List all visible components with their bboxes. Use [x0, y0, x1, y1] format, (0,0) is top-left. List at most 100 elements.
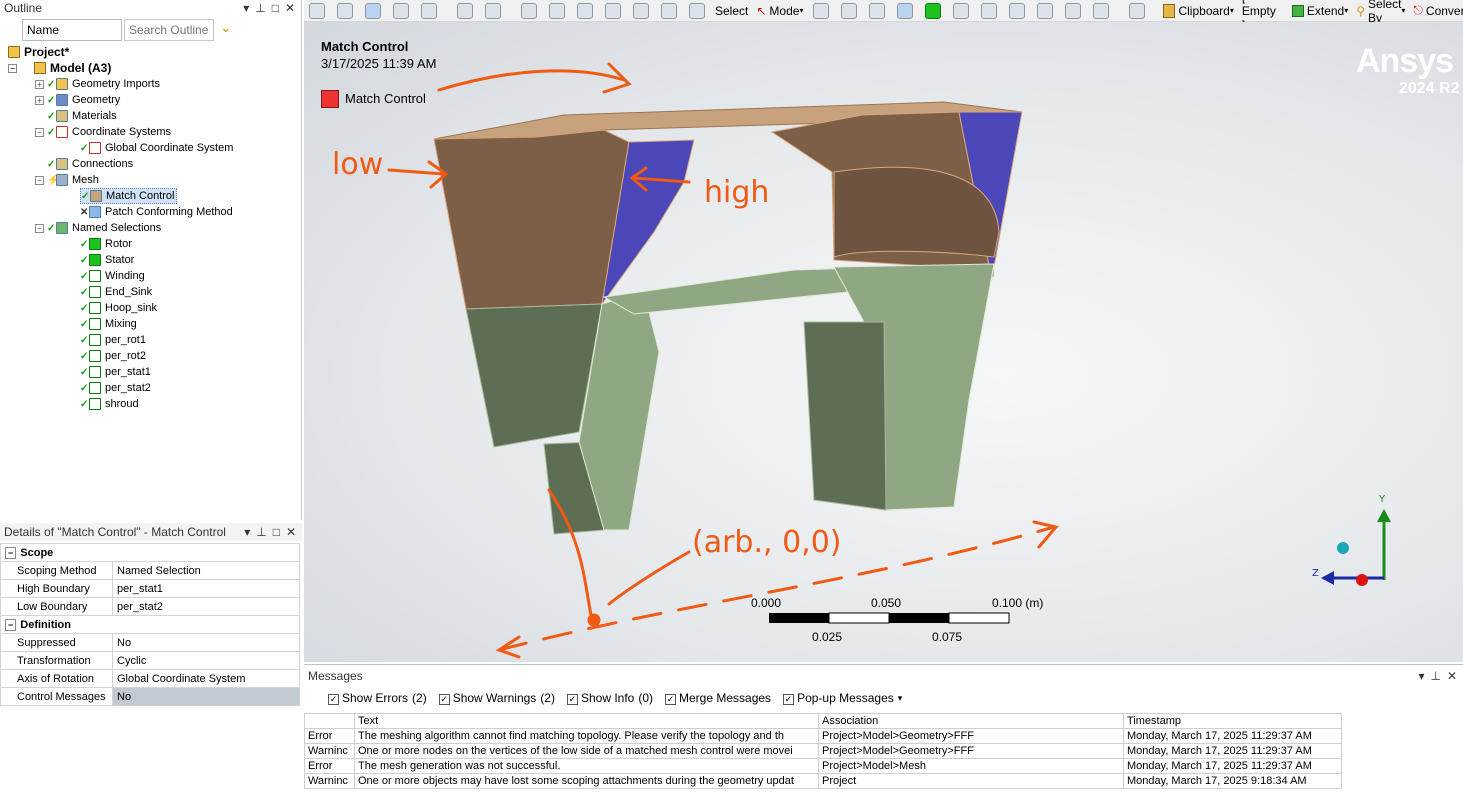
details-value[interactable]: No	[112, 687, 300, 706]
chevron-down-icon[interactable]: ▾	[244, 525, 250, 539]
extend-button[interactable]: Extend ▾	[1289, 2, 1351, 20]
popup-messages-checkbox[interactable]: ✓ Pop-up Messages	[783, 691, 894, 705]
tree-item-global-coordinate-system[interactable]: ✓ Global Coordinate System	[80, 140, 233, 156]
outline-search-input[interactable]	[124, 19, 214, 41]
element-edge-icon[interactable]	[1004, 2, 1030, 20]
column-association-header[interactable]: Association	[818, 713, 1124, 729]
zoom-in-icon[interactable]	[304, 2, 330, 20]
details-value[interactable]: per_stat1	[112, 579, 300, 598]
tree-item-patch-conforming-method[interactable]: ✕ Patch Conforming Method	[80, 204, 233, 220]
tree-item-connections[interactable]: ✓ Connections	[47, 156, 133, 172]
details-row[interactable]: Control Messages No	[0, 687, 300, 706]
details-group-row[interactable]: − Scope	[0, 543, 300, 562]
zoom-out-icon[interactable]	[332, 2, 358, 20]
select-by-button[interactable]: ⚲ Select By ▾	[1353, 0, 1408, 25]
pin-icon[interactable]: ⊥	[255, 1, 265, 15]
details-group-row[interactable]: − Definition	[0, 615, 300, 634]
cross-section-icon[interactable]	[416, 2, 442, 20]
merge-messages-checkbox[interactable]: ✓ Merge Messages	[665, 691, 771, 705]
tree-item-per-rot2[interactable]: ✓ per_rot2	[80, 348, 146, 364]
tree-item-rotor[interactable]: ✓ Rotor	[80, 236, 132, 252]
tree-item-per-stat2[interactable]: ✓ per_stat2	[80, 380, 151, 396]
magnifier-icon[interactable]	[656, 2, 682, 20]
outline-filter-select[interactable]: Name	[22, 19, 122, 41]
select-element-icon[interactable]	[920, 2, 946, 20]
box-deselect-icon[interactable]	[480, 2, 506, 20]
details-value[interactable]: Global Coordinate System	[112, 669, 300, 688]
message-row[interactable]: Warninc One or more objects may have lost…	[304, 773, 1342, 789]
details-row[interactable]: Suppressed No	[0, 633, 300, 652]
clipboard-button[interactable]: Clipboard ▾	[1160, 2, 1236, 20]
details-row[interactable]: Axis of Rotation Global Coordinate System	[0, 669, 300, 688]
maximize-icon[interactable]: □	[273, 525, 280, 539]
fit-icon[interactable]	[628, 2, 654, 20]
tree-item-named-selections[interactable]: − ✓ Named Selections	[35, 220, 161, 236]
tree-item-project[interactable]: Project*	[8, 44, 69, 60]
coordinate-icon[interactable]	[1032, 2, 1058, 20]
shaded-view-icon[interactable]	[360, 2, 386, 20]
close-icon[interactable]: ✕	[285, 1, 295, 15]
pan-icon[interactable]	[544, 2, 570, 20]
collapse-icon[interactable]: −	[5, 618, 17, 631]
tree-item-hoop-sink[interactable]: ✓ Hoop_sink	[80, 300, 157, 316]
tree-item-materials[interactable]: ✓ Materials	[47, 108, 117, 124]
tree-item-mixing[interactable]: ✓ Mixing	[80, 316, 137, 332]
select-node-icon[interactable]	[948, 2, 974, 20]
show-warnings-checkbox[interactable]: ✓ Show Warnings	[438, 691, 536, 705]
show-errors-checkbox[interactable]: ✓ Show Errors	[328, 691, 408, 705]
tree-item-stator[interactable]: ✓ Stator	[80, 252, 134, 268]
select-face-icon[interactable]	[864, 2, 890, 20]
text-icon[interactable]	[1088, 2, 1114, 20]
details-row[interactable]: Low Boundary per_stat2	[0, 597, 300, 616]
details-row[interactable]: High Boundary per_stat1	[0, 579, 300, 598]
chevron-down-icon[interactable]: ▾	[243, 1, 249, 15]
select-edge-icon[interactable]	[836, 2, 862, 20]
details-row[interactable]: Transformation Cyclic	[0, 651, 300, 670]
mode-button[interactable]: ↖ Mode ▾	[753, 2, 806, 20]
rotate-icon[interactable]	[516, 2, 542, 20]
message-row[interactable]: Error The mesh generation was not success…	[304, 758, 1342, 774]
chart-icon[interactable]	[1124, 2, 1150, 20]
collapse-icon[interactable]: −	[5, 546, 17, 559]
tree-item-winding[interactable]: ✓ Winding	[80, 268, 145, 284]
tree-item-geometry[interactable]: + ✓ Geometry	[35, 92, 120, 108]
maximize-icon[interactable]: □	[272, 1, 279, 15]
close-icon[interactable]: ✕	[286, 525, 296, 539]
zoom-box-icon[interactable]	[600, 2, 626, 20]
zoom-select-icon[interactable]	[684, 2, 710, 20]
tree-item-per-rot1[interactable]: ✓ per_rot1	[80, 332, 146, 348]
select-vertex-icon[interactable]	[808, 2, 834, 20]
message-row[interactable]: Warninc One or more nodes on the vertices…	[304, 743, 1342, 759]
details-value[interactable]: Cyclic	[112, 651, 300, 670]
message-row[interactable]: Error The meshing algorithm cannot find m…	[304, 728, 1342, 744]
zoom-icon[interactable]	[572, 2, 598, 20]
element-face-icon[interactable]	[976, 2, 1002, 20]
select-body-icon[interactable]	[892, 2, 918, 20]
close-icon[interactable]: ✕	[1447, 669, 1457, 683]
details-value[interactable]: per_stat2	[112, 597, 300, 616]
column-text-header[interactable]: Text	[354, 713, 819, 729]
pin-icon[interactable]: ⊥	[256, 525, 266, 539]
details-value[interactable]: No	[112, 633, 300, 652]
details-row[interactable]: Scoping Method Named Selection	[0, 561, 300, 580]
show-info-checkbox[interactable]: ✓ Show Info	[566, 691, 634, 705]
details-value[interactable]: Named Selection	[112, 561, 300, 580]
tree-item-geometry-imports[interactable]: + ✓ Geometry Imports	[35, 76, 160, 92]
pin-icon[interactable]: ⊥	[1430, 669, 1440, 683]
column-timestamp-header[interactable]: Timestamp	[1123, 713, 1342, 729]
solid-view-icon[interactable]	[388, 2, 414, 20]
graphics-viewport[interactable]: Match Control 3/17/2025 11:39 AM Match C…	[304, 22, 1463, 662]
chevron-down-icon[interactable]: ▾	[1418, 669, 1424, 683]
select-button[interactable]: Select	[712, 2, 751, 20]
tree-item-model[interactable]: − Model (A3)	[8, 60, 111, 76]
label-icon[interactable]	[1060, 2, 1086, 20]
tree-item-coordinate-systems[interactable]: − ✓ Coordinate Systems	[35, 124, 171, 140]
tree-item-mesh[interactable]: − ⚡ Mesh	[35, 172, 99, 188]
tree-item-match-control[interactable]: ✓ Match Control	[80, 188, 178, 204]
tree-item-end-sink[interactable]: ✓ End_Sink	[80, 284, 152, 300]
box-select-icon[interactable]	[452, 2, 478, 20]
tree-item-shroud[interactable]: ✓ shroud	[80, 396, 139, 412]
chevron-down-icon[interactable]: ▾	[898, 693, 903, 704]
tree-item-per-stat1[interactable]: ✓ per_stat1	[80, 364, 151, 380]
convert-button[interactable]: ⎋Convert▾	[1410, 2, 1463, 20]
